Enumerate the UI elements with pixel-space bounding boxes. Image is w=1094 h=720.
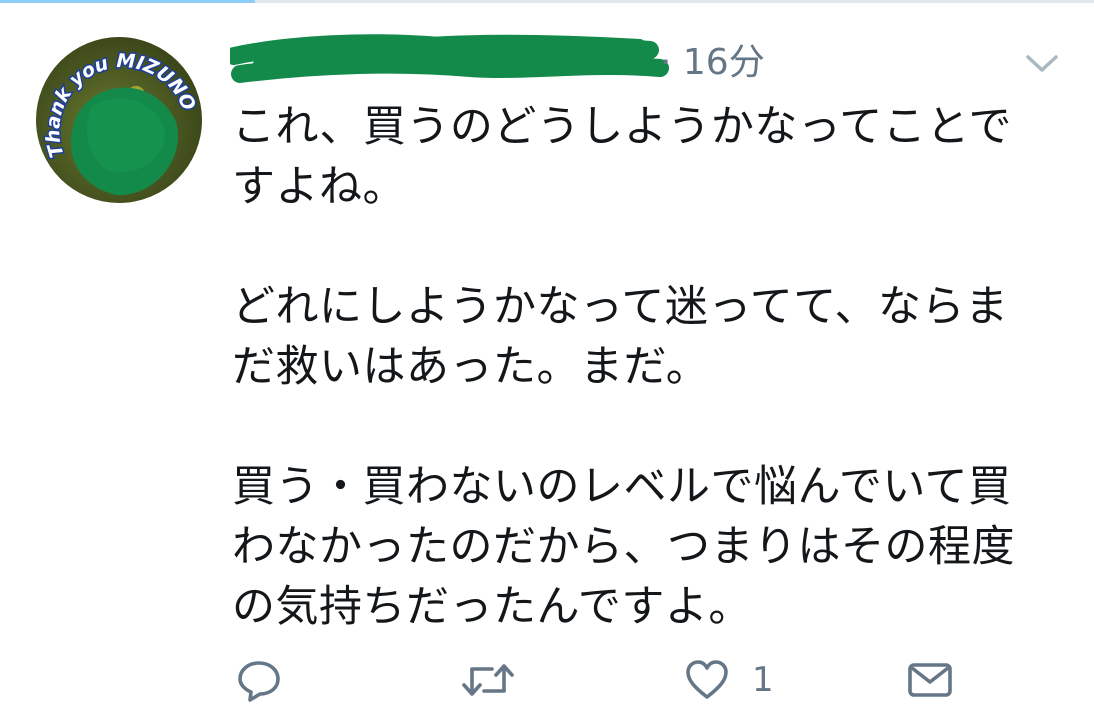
direct-message-button[interactable] [906, 650, 954, 710]
chevron-down-icon[interactable] [1022, 48, 1062, 78]
tweet-line: わなかったのだから、つまりはその程度 [232, 522, 1015, 572]
like-count: 1 [752, 660, 774, 700]
tweet-actions: 1 [0, 650, 1094, 710]
top-divider [0, 0, 1094, 3]
retweet-icon [462, 664, 514, 696]
avatar[interactable]: Thank you MIZUNO [36, 37, 202, 203]
retweet-button[interactable] [460, 650, 516, 710]
tweet-paragraph: 買う・買わないのレベルで悩んでいて買 わなかったのだから、つまりはその程度 の気… [232, 457, 1072, 637]
like-button[interactable]: 1 [684, 650, 774, 710]
tweet-text: これ、買うのどうしようかなってことで すよね。 どれにしようかなって迷ってて、な… [232, 97, 1072, 697]
tweet-line: どれにしようかなって迷ってて、ならま [232, 282, 1009, 332]
tweet-line: すよね。 [232, 162, 406, 212]
tweet-line: だ救いはあった。まだ。 [232, 342, 710, 392]
heart-icon [686, 660, 728, 699]
avatar-image: Thank you MIZUNO [41, 48, 201, 196]
reply-icon [238, 661, 280, 702]
tweet-paragraph: どれにしようかなって迷ってて、ならま だ救いはあった。まだ。 [232, 277, 1072, 397]
active-indicator [0, 0, 255, 3]
envelope-icon [908, 663, 952, 697]
tweet-paragraph: これ、買うのどうしようかなってことで すよね。 [232, 97, 1072, 217]
tweet-timestamp[interactable]: · 16分 [660, 43, 765, 83]
reply-button[interactable] [236, 650, 282, 710]
redaction-scribble [230, 34, 669, 83]
tweet-line: 買う・買わないのレベルで悩んでいて買 [232, 462, 1012, 512]
tweet-line: これ、買うのどうしようかなってことで [232, 102, 1012, 152]
tweet-line: の気持ちだったんですよ。 [232, 582, 752, 632]
